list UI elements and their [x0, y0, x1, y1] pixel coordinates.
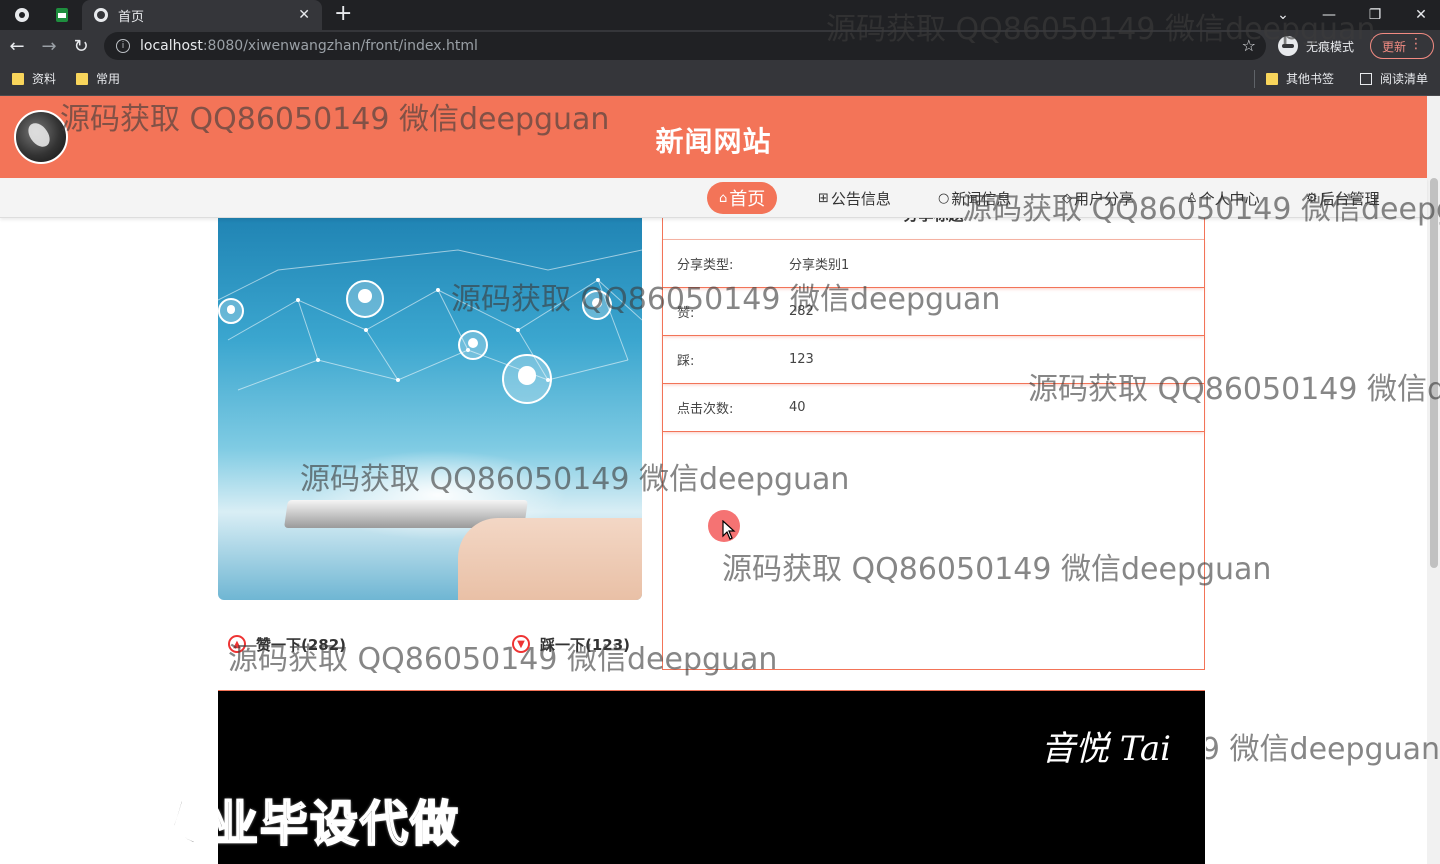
update-button[interactable]: 更新 ⋮: [1370, 33, 1434, 59]
forward-button[interactable]: →: [36, 33, 62, 59]
tab-title: 首页: [118, 9, 145, 25]
bookmark-label: 资料: [32, 72, 57, 86]
new-tab-button[interactable]: +: [334, 1, 352, 27]
video-watermark: 音悦 Tai: [1041, 729, 1171, 769]
detail-value: 282: [789, 304, 814, 319]
like-label: 赞一下(282): [256, 635, 347, 654]
scrollbar-thumb[interactable]: [1430, 178, 1438, 568]
folder-icon: [1266, 72, 1278, 85]
close-window-button[interactable]: ✕: [1398, 0, 1440, 30]
incognito-indicator[interactable]: 无痕模式: [1278, 34, 1354, 58]
detail-label: 赞:: [677, 306, 695, 321]
bookmark-folder[interactable]: 常用: [76, 70, 120, 87]
user-node-icon: [346, 280, 384, 318]
bookmarks-bar: 资料 常用 其他书签 阅读清单: [0, 62, 1440, 96]
info-icon[interactable]: i: [116, 39, 130, 53]
sheets-icon[interactable]: [50, 3, 74, 27]
address-bar[interactable]: i localhost :8080/xiwenwangzhan/front/in…: [104, 32, 1266, 60]
bookmark-label: 阅读清单: [1380, 72, 1429, 86]
chevron-down-icon[interactable]: ⌄: [1260, 0, 1306, 30]
notice-icon: ⊞: [818, 190, 829, 206]
news-icon: ○: [938, 190, 950, 206]
reading-list-icon: [1360, 72, 1372, 85]
nav-admin[interactable]: ⚙ 后台管理: [1306, 182, 1380, 214]
user-icon: ♙: [1186, 190, 1198, 206]
share-detail-table: 分享标题 分享类型: 分享类别1 赞: 282 踩: 123 点击次数: 40: [662, 200, 1205, 670]
site-header: 新闻网站: [0, 96, 1427, 178]
page-scrollbar[interactable]: [1427, 96, 1440, 864]
network-graphic: [218, 249, 642, 391]
globe-icon: [94, 8, 108, 22]
dislike-label: 踩一下(123): [540, 635, 631, 654]
site-nav: ⌂ 首页 ⊞ 公告信息 ○ 新闻信息 ◇ 用户分享 ♙ 个人中心 ⚙ 后台管理: [0, 178, 1427, 218]
detail-row: 踩: 123: [663, 336, 1204, 384]
vote-actions: ▲ 赞一下(282) ▼ 踩一下(123): [228, 632, 630, 656]
hand-graphic: [458, 518, 642, 600]
restore-button[interactable]: ❐: [1352, 0, 1398, 30]
bookmark-label: 常用: [96, 72, 121, 86]
home-icon: ⌂: [719, 190, 728, 206]
detail-row: 点击次数: 40: [663, 384, 1204, 432]
detail-row: 分享类型: 分享类别1: [663, 240, 1204, 288]
detail-label: 分享类型:: [677, 258, 734, 273]
url-host: localhost: [140, 38, 203, 54]
browser-tab-active[interactable]: 首页 ✕: [82, 0, 322, 30]
incognito-icon: [1278, 36, 1298, 56]
folder-icon: [76, 72, 88, 85]
bookmark-folder[interactable]: 资料: [12, 70, 56, 87]
thumbs-up-icon: ▲: [228, 635, 246, 653]
like-button[interactable]: ▲ 赞一下(282): [228, 634, 512, 655]
url-path: :8080/xiwenwangzhan/front/index.html: [202, 38, 478, 54]
reading-list[interactable]: 阅读清单: [1360, 70, 1428, 87]
bookmark-label: 其他书签: [1286, 72, 1335, 86]
bookmark-separator: [1254, 70, 1255, 88]
user-node-icon: [458, 330, 488, 360]
folder-icon: [12, 72, 24, 85]
detail-label: 踩:: [677, 354, 695, 369]
nav-home[interactable]: ⌂ 首页: [707, 182, 778, 214]
reload-button[interactable]: ↻: [68, 33, 94, 59]
nav-label: 首页: [729, 189, 766, 210]
settings-icon: ⚙: [1306, 190, 1318, 206]
minimize-button[interactable]: —: [1306, 0, 1352, 30]
user-node-icon: [582, 290, 612, 320]
other-bookmarks[interactable]: 其他书签: [1266, 70, 1334, 87]
user-node-icon: [218, 298, 244, 324]
menu-dots-icon[interactable]: ⋮: [1409, 36, 1423, 52]
nav-label: 个人中心: [1199, 189, 1260, 208]
browser-tab-bar: 首页 ✕ + ⌄ — ❐ ✕: [0, 0, 1440, 30]
share-cover-image: [218, 200, 642, 600]
browser-toolbar: ← → ↻ i localhost :8080/xiwenwangzhan/fr…: [0, 30, 1440, 62]
page-viewport: 新闻网站 ⌂ 首页 ⊞ 公告信息 ○ 新闻信息 ◇ 用户分享 ♙ 个人中心 ⚙ …: [0, 96, 1440, 864]
nav-label: 后台管理: [1319, 189, 1380, 208]
detail-value: 分享类别1: [789, 258, 850, 273]
detail-label: 点击次数:: [677, 402, 734, 417]
dislike-button[interactable]: ▼ 踩一下(123): [512, 634, 630, 655]
detail-row: 赞: 282: [663, 288, 1204, 336]
close-tab-icon[interactable]: ✕: [298, 7, 310, 23]
detail-value: 123: [789, 352, 814, 367]
nav-notices[interactable]: ⊞ 公告信息: [818, 182, 891, 214]
back-button[interactable]: ←: [4, 33, 30, 59]
nav-news[interactable]: ○ 新闻信息: [938, 182, 1011, 214]
nav-label: 新闻信息: [951, 189, 1012, 208]
nav-label: 公告信息: [830, 189, 891, 208]
detail-value: 40: [789, 400, 806, 415]
thumbs-down-icon: ▼: [512, 635, 530, 653]
site-title: 新闻网站: [655, 125, 772, 158]
nav-user-share[interactable]: ◇ 用户分享: [1062, 182, 1134, 214]
share-icon: ◇: [1062, 190, 1072, 206]
chrome-icon[interactable]: [10, 3, 34, 27]
incognito-label: 无痕模式: [1306, 39, 1355, 54]
mouse-cursor-icon: [722, 520, 736, 540]
nav-label: 用户分享: [1074, 189, 1135, 208]
update-label: 更新: [1382, 39, 1407, 54]
promo-overlay-text: 专业毕设代做: [159, 795, 461, 853]
user-node-icon: [502, 354, 552, 404]
nav-profile[interactable]: ♙ 个人中心: [1186, 182, 1260, 214]
bookmark-star-icon[interactable]: ☆: [1242, 36, 1256, 55]
